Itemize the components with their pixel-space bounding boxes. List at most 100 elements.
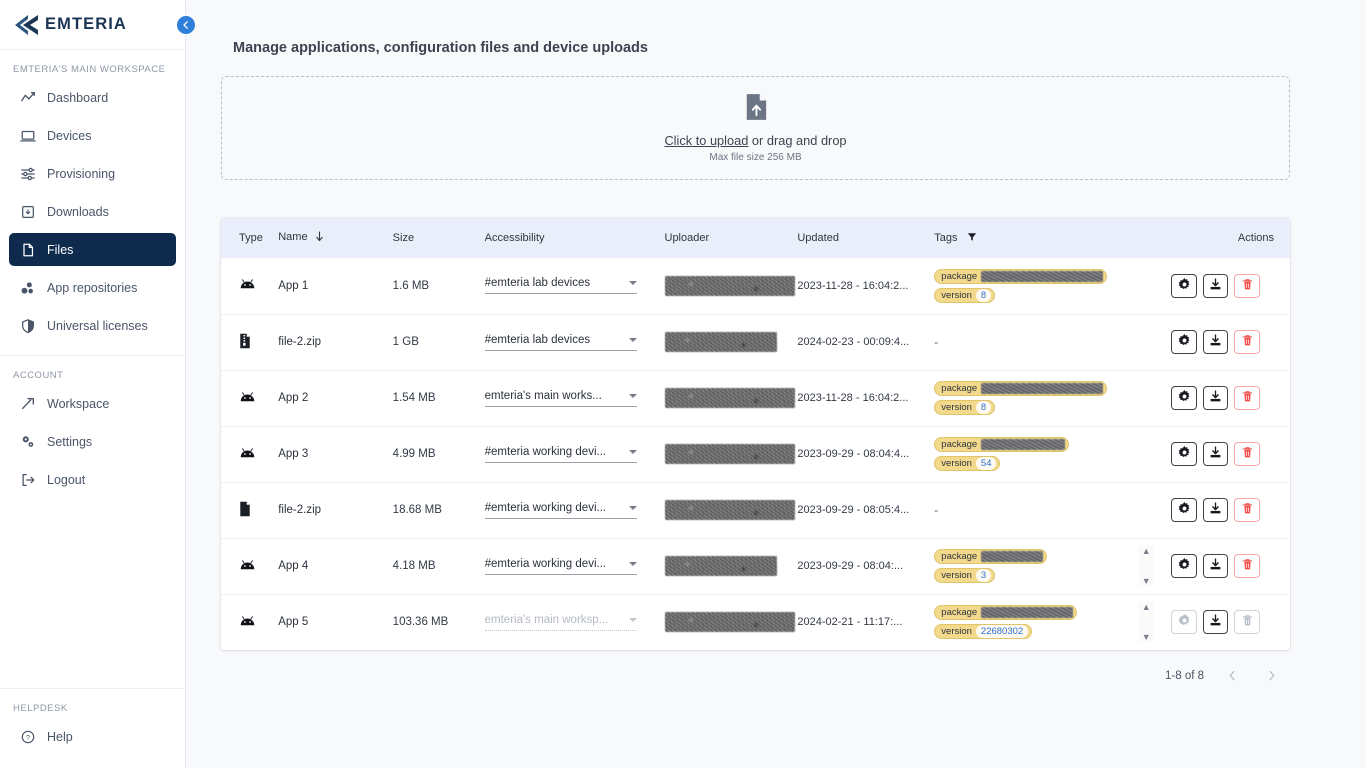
file-icon — [239, 501, 251, 520]
gear-icon — [1178, 446, 1191, 462]
cell-tag-scroller — [1139, 370, 1172, 426]
chevron-up-icon[interactable]: ▲ — [1142, 546, 1151, 556]
table-header-row: Type Name Size Accessibility Uploader Up… — [221, 218, 1290, 258]
chevron-down-icon — [628, 561, 637, 566]
delete-button[interactable] — [1234, 554, 1260, 578]
sidebar-item-downloads[interactable]: Downloads — [9, 195, 176, 228]
cell-tags: package version 3 — [934, 538, 1138, 594]
chevron-right-icon — [1269, 670, 1275, 681]
column-header-name[interactable]: Name — [278, 218, 393, 258]
tag-value-redacted — [981, 383, 1104, 394]
tag-chip[interactable]: package — [934, 605, 1078, 621]
download-button[interactable] — [1202, 330, 1229, 354]
sidebar-item-label: Dashboard — [47, 90, 109, 105]
column-header-tags[interactable]: Tags — [934, 218, 1139, 258]
download-button[interactable] — [1202, 386, 1229, 410]
tag-chip[interactable]: package — [934, 549, 1048, 564]
pagination-prev-button[interactable] — [1222, 668, 1243, 684]
sidebar-item-app-repositories[interactable]: App repositories — [9, 271, 176, 304]
file-size: 4.18 MB — [392, 560, 436, 572]
cell-accessibility: #emteria working devi... — [484, 426, 665, 482]
settings-button[interactable] — [1171, 386, 1197, 410]
column-header-updated[interactable]: Updated — [797, 218, 935, 258]
settings-button[interactable] — [1171, 330, 1197, 354]
settings-button[interactable] — [1171, 498, 1197, 522]
delete-button[interactable] — [1234, 442, 1260, 466]
column-header-uploader[interactable]: Uploader — [664, 218, 798, 258]
delete-button[interactable] — [1234, 273, 1260, 298]
accessibility-select[interactable]: emteria's main works... — [484, 390, 637, 407]
download-button[interactable] — [1202, 610, 1229, 635]
save-disk-icon — [18, 203, 37, 220]
chevron-down-icon[interactable]: ▼ — [1142, 632, 1151, 642]
column-header-spacer — [1138, 218, 1172, 258]
column-label: Accessibility — [484, 232, 545, 244]
sidebar-item-universal-licenses[interactable]: Universal licenses — [9, 309, 176, 342]
sidebar-collapse-button[interactable] — [177, 16, 195, 34]
column-header-type[interactable]: Type — [221, 218, 279, 258]
tag-chip[interactable]: package — [934, 381, 1108, 396]
sidebar-item-provisioning[interactable]: Provisioning — [9, 157, 176, 190]
sidebar-item-workspace[interactable]: Workspace — [9, 387, 176, 420]
delete-button[interactable] — [1234, 498, 1260, 522]
accessibility-select[interactable]: #emteria working devi... — [484, 446, 637, 463]
sidebar-item-logout[interactable]: Logout — [9, 463, 176, 496]
cell-name: file-2.zip — [278, 314, 392, 370]
chevron-up-icon[interactable]: ▲ — [1142, 602, 1151, 612]
tag-chip[interactable]: package — [934, 268, 1108, 284]
delete-button[interactable] — [1234, 386, 1260, 410]
download-button[interactable] — [1202, 273, 1229, 298]
tag-chip[interactable]: version 8 — [934, 400, 996, 415]
tag-scroll-spinner[interactable]: ▲ ▼ — [1138, 602, 1154, 643]
tag-chip[interactable]: version 8 — [934, 287, 996, 303]
cell-name: App 3 — [278, 426, 392, 482]
cell-updated: 2024-02-23 - 00:09:4... — [797, 314, 934, 370]
tag-chip[interactable]: version 22680302 — [934, 624, 1033, 640]
download-button[interactable] — [1202, 554, 1229, 578]
brand-logo[interactable]: EMTERIA — [0, 0, 185, 50]
delete-button[interactable] — [1234, 330, 1260, 354]
accessibility-select[interactable]: #emteria working devi... — [484, 558, 637, 575]
cell-uploader — [664, 426, 798, 482]
chevron-down-icon[interactable]: ▼ — [1142, 576, 1151, 586]
accessibility-select[interactable]: #emteria lab devices — [484, 334, 637, 351]
sidebar-item-devices[interactable]: Devices — [9, 119, 176, 152]
cell-actions — [1171, 258, 1290, 314]
upload-dropzone[interactable]: Click to upload or drag and drop Max fil… — [221, 76, 1290, 180]
chevron-down-icon — [628, 505, 637, 510]
files-table-body: App 1 1.6 MB #emteria lab devices 2023-11-2… — [221, 258, 1290, 650]
cell-actions — [1171, 426, 1290, 482]
sidebar-item-dashboard[interactable]: Dashboard — [9, 81, 176, 114]
accessibility-select[interactable]: #emteria working devi... — [484, 502, 637, 519]
settings-button[interactable] — [1171, 273, 1197, 298]
updated-timestamp: 2023-11-28 - 16:04:2... — [797, 279, 909, 292]
tag-chip[interactable]: package — [934, 437, 1070, 452]
funnel-icon[interactable] — [967, 232, 977, 245]
cell-accessibility: emteria's main works... — [484, 370, 665, 426]
download-button[interactable] — [1202, 442, 1229, 466]
sidebar-item-files[interactable]: Files — [9, 233, 176, 266]
shield-icon — [18, 317, 37, 334]
sidebar-item-settings[interactable]: Settings — [9, 425, 176, 458]
tags-empty: - — [934, 335, 939, 349]
boxes-icon — [18, 279, 37, 296]
tag-chip[interactable]: version 54 — [934, 456, 1001, 471]
click-to-upload-link[interactable]: Click to upload — [664, 133, 748, 148]
pagination-next-button[interactable] — [1261, 668, 1282, 684]
settings-button[interactable] — [1171, 554, 1197, 578]
cell-type — [221, 426, 278, 482]
cell-name: App 2 — [278, 370, 392, 426]
trash-icon — [1241, 558, 1254, 574]
accessibility-select[interactable]: #emteria lab devices — [484, 277, 637, 295]
settings-button[interactable] — [1171, 442, 1197, 466]
download-button[interactable] — [1202, 498, 1229, 522]
tag-scroll-spinner[interactable]: ▲ ▼ — [1138, 546, 1154, 586]
tag-chip[interactable]: version 3 — [934, 568, 996, 583]
file-name: App 2 — [278, 392, 309, 404]
table-row: App 3 4.99 MB #emteria working devi... 2023… — [221, 426, 1290, 482]
updated-timestamp: 2023-11-28 - 16:04:2... — [797, 392, 909, 404]
cell-accessibility: #emteria working devi... — [484, 538, 665, 594]
column-header-size[interactable]: Size — [392, 218, 485, 258]
sidebar-item-help[interactable]: ? Help — [9, 720, 176, 753]
column-header-accessibility[interactable]: Accessibility — [484, 218, 665, 258]
